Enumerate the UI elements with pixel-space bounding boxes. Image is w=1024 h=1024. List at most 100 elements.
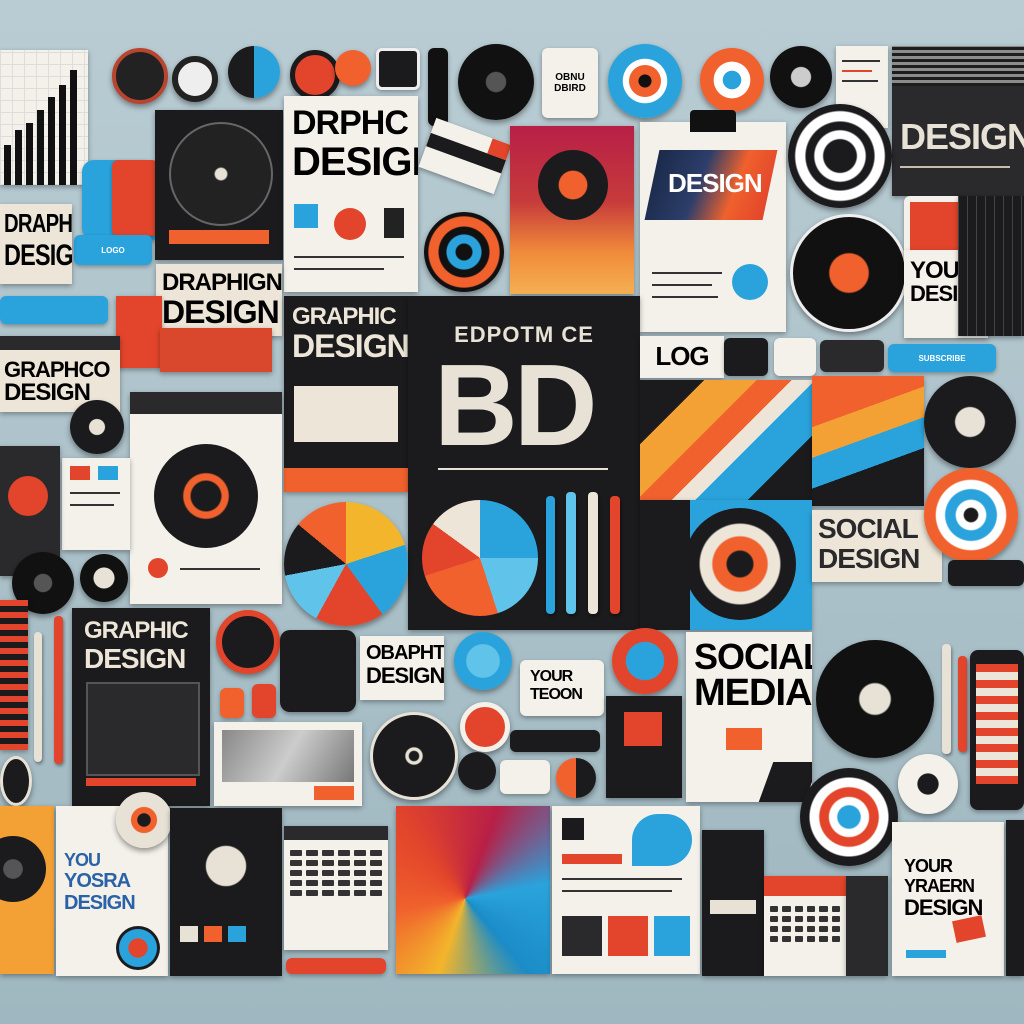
speaker-card bbox=[0, 806, 54, 974]
your-yraern-design-card: YOUR YRAERN DESIGN bbox=[892, 822, 1004, 976]
target-icon bbox=[612, 628, 678, 694]
design-banner: DESIGN bbox=[892, 46, 1024, 196]
dark-flyer bbox=[702, 830, 764, 976]
target-icon bbox=[684, 508, 796, 620]
target-icon bbox=[924, 376, 1016, 468]
record-icon bbox=[770, 46, 832, 108]
grid-card bbox=[958, 196, 1024, 336]
bd-poster: EDPOTM CE BD bbox=[408, 296, 640, 630]
you-yosra-title-3: DESIGN bbox=[64, 892, 136, 914]
bar bbox=[15, 130, 22, 185]
your-teon-title-2: TEOON bbox=[530, 686, 583, 703]
social-media-title-2: MEDIA bbox=[694, 672, 812, 714]
projector-card bbox=[280, 630, 356, 712]
record-icon bbox=[180, 820, 272, 912]
color-wheel-icon bbox=[422, 500, 538, 616]
camera-icon bbox=[112, 48, 168, 104]
log-label-card: LOG bbox=[640, 336, 724, 378]
black-badge bbox=[724, 338, 768, 376]
label-tag bbox=[500, 760, 550, 794]
pen-icon bbox=[610, 496, 620, 614]
color-wheel-icon bbox=[284, 502, 408, 626]
design-splash-card: DESIGN bbox=[640, 122, 786, 332]
target-icon bbox=[800, 768, 898, 866]
edge-flyer bbox=[1006, 820, 1024, 976]
sticker bbox=[460, 702, 510, 752]
graphc-title-2: DESIGN bbox=[4, 379, 91, 406]
logo-shape bbox=[112, 160, 158, 236]
record-icon bbox=[80, 554, 128, 602]
record-icon bbox=[172, 56, 218, 102]
graphc-title-1: GRAPHCO bbox=[4, 357, 110, 382]
draphen-design-card: DRAPHEN DESIGN bbox=[0, 204, 72, 284]
record-calendar-card bbox=[170, 808, 282, 976]
color-gradient-poster bbox=[396, 806, 550, 974]
graphic-design-mid-card: GRAPHIC DESIGN bbox=[284, 296, 408, 492]
small-poster bbox=[606, 696, 682, 798]
graphic-mid-title-2: DESIGN bbox=[292, 328, 408, 364]
drphc-title-1: DRPHC bbox=[292, 104, 409, 142]
brochure-card bbox=[552, 806, 700, 974]
drphc-title-2: DESIGN bbox=[292, 140, 418, 184]
pen-icon bbox=[54, 616, 63, 764]
you-yosra-title-1: YOU bbox=[64, 850, 101, 870]
bd-poster-big: BD bbox=[434, 340, 598, 470]
camera-icon bbox=[216, 610, 280, 674]
blue-tag-right: SUBSCRIBE bbox=[888, 344, 996, 372]
your-yraern-title-3: DESIGN bbox=[904, 895, 983, 920]
target-icon bbox=[924, 468, 1018, 562]
record-icon bbox=[816, 640, 934, 758]
target-icon bbox=[424, 212, 504, 292]
target-icon bbox=[608, 44, 682, 118]
sticker bbox=[220, 688, 244, 718]
clock-icon bbox=[370, 712, 458, 800]
ticket-card bbox=[418, 117, 512, 195]
your-yraern-title-2: YRAERN bbox=[904, 876, 975, 896]
pen-icon bbox=[588, 492, 598, 614]
bar bbox=[4, 145, 11, 185]
pen-icon bbox=[34, 632, 42, 762]
pen-icon bbox=[958, 656, 967, 752]
target-icon bbox=[116, 926, 160, 970]
sticker bbox=[252, 684, 276, 718]
design-banner-title: DESIGN bbox=[900, 116, 1024, 157]
clock-icon bbox=[0, 756, 32, 806]
record-icon bbox=[538, 150, 608, 220]
red-card bbox=[116, 296, 162, 368]
binder-clip-icon bbox=[690, 110, 736, 132]
clock-icon bbox=[154, 444, 258, 548]
obapht-design-card: OBAPHT DESIGN bbox=[360, 636, 444, 700]
pen-icon bbox=[942, 644, 951, 754]
color-wheel-icon bbox=[228, 46, 280, 98]
tablet-card bbox=[970, 650, 1024, 810]
wave-poster bbox=[812, 376, 924, 506]
target-icon bbox=[788, 104, 892, 208]
graphic-left-title-2: DESIGN bbox=[84, 643, 186, 674]
draphign-design-card: DRAPHIGN DESIGN bbox=[156, 264, 282, 336]
obapht-title-2: DESIGN bbox=[366, 663, 444, 688]
dark-badge bbox=[820, 340, 884, 372]
small-dark-card bbox=[846, 876, 888, 976]
sticker-design-text: OBNU DBIRD bbox=[554, 72, 586, 94]
record-icon bbox=[169, 122, 273, 226]
target-icon bbox=[116, 792, 172, 848]
obapht-title-1: OBAPHT bbox=[366, 642, 444, 664]
social-design-title-2: DESIGN bbox=[818, 543, 920, 574]
log-label-text: LOG bbox=[655, 341, 709, 372]
your-teon-title-1: YOUR bbox=[530, 668, 573, 685]
sticker bbox=[376, 48, 420, 90]
blue-strip bbox=[0, 296, 108, 324]
bar bbox=[26, 123, 33, 185]
calendar-icon bbox=[764, 876, 846, 976]
target-icon bbox=[290, 50, 340, 100]
gradient-poster bbox=[510, 126, 634, 294]
target-icon bbox=[700, 48, 764, 112]
stripes-poster bbox=[640, 380, 812, 500]
blue-badge bbox=[774, 338, 816, 376]
draphign-title-1: DRAPHIGN bbox=[162, 269, 282, 296]
blue-tag: LOGO bbox=[74, 235, 152, 265]
usb-icon bbox=[428, 48, 448, 126]
draphign-title-2: DESIGN bbox=[162, 294, 280, 330]
record-icon bbox=[790, 214, 908, 332]
record-icon bbox=[898, 754, 958, 814]
